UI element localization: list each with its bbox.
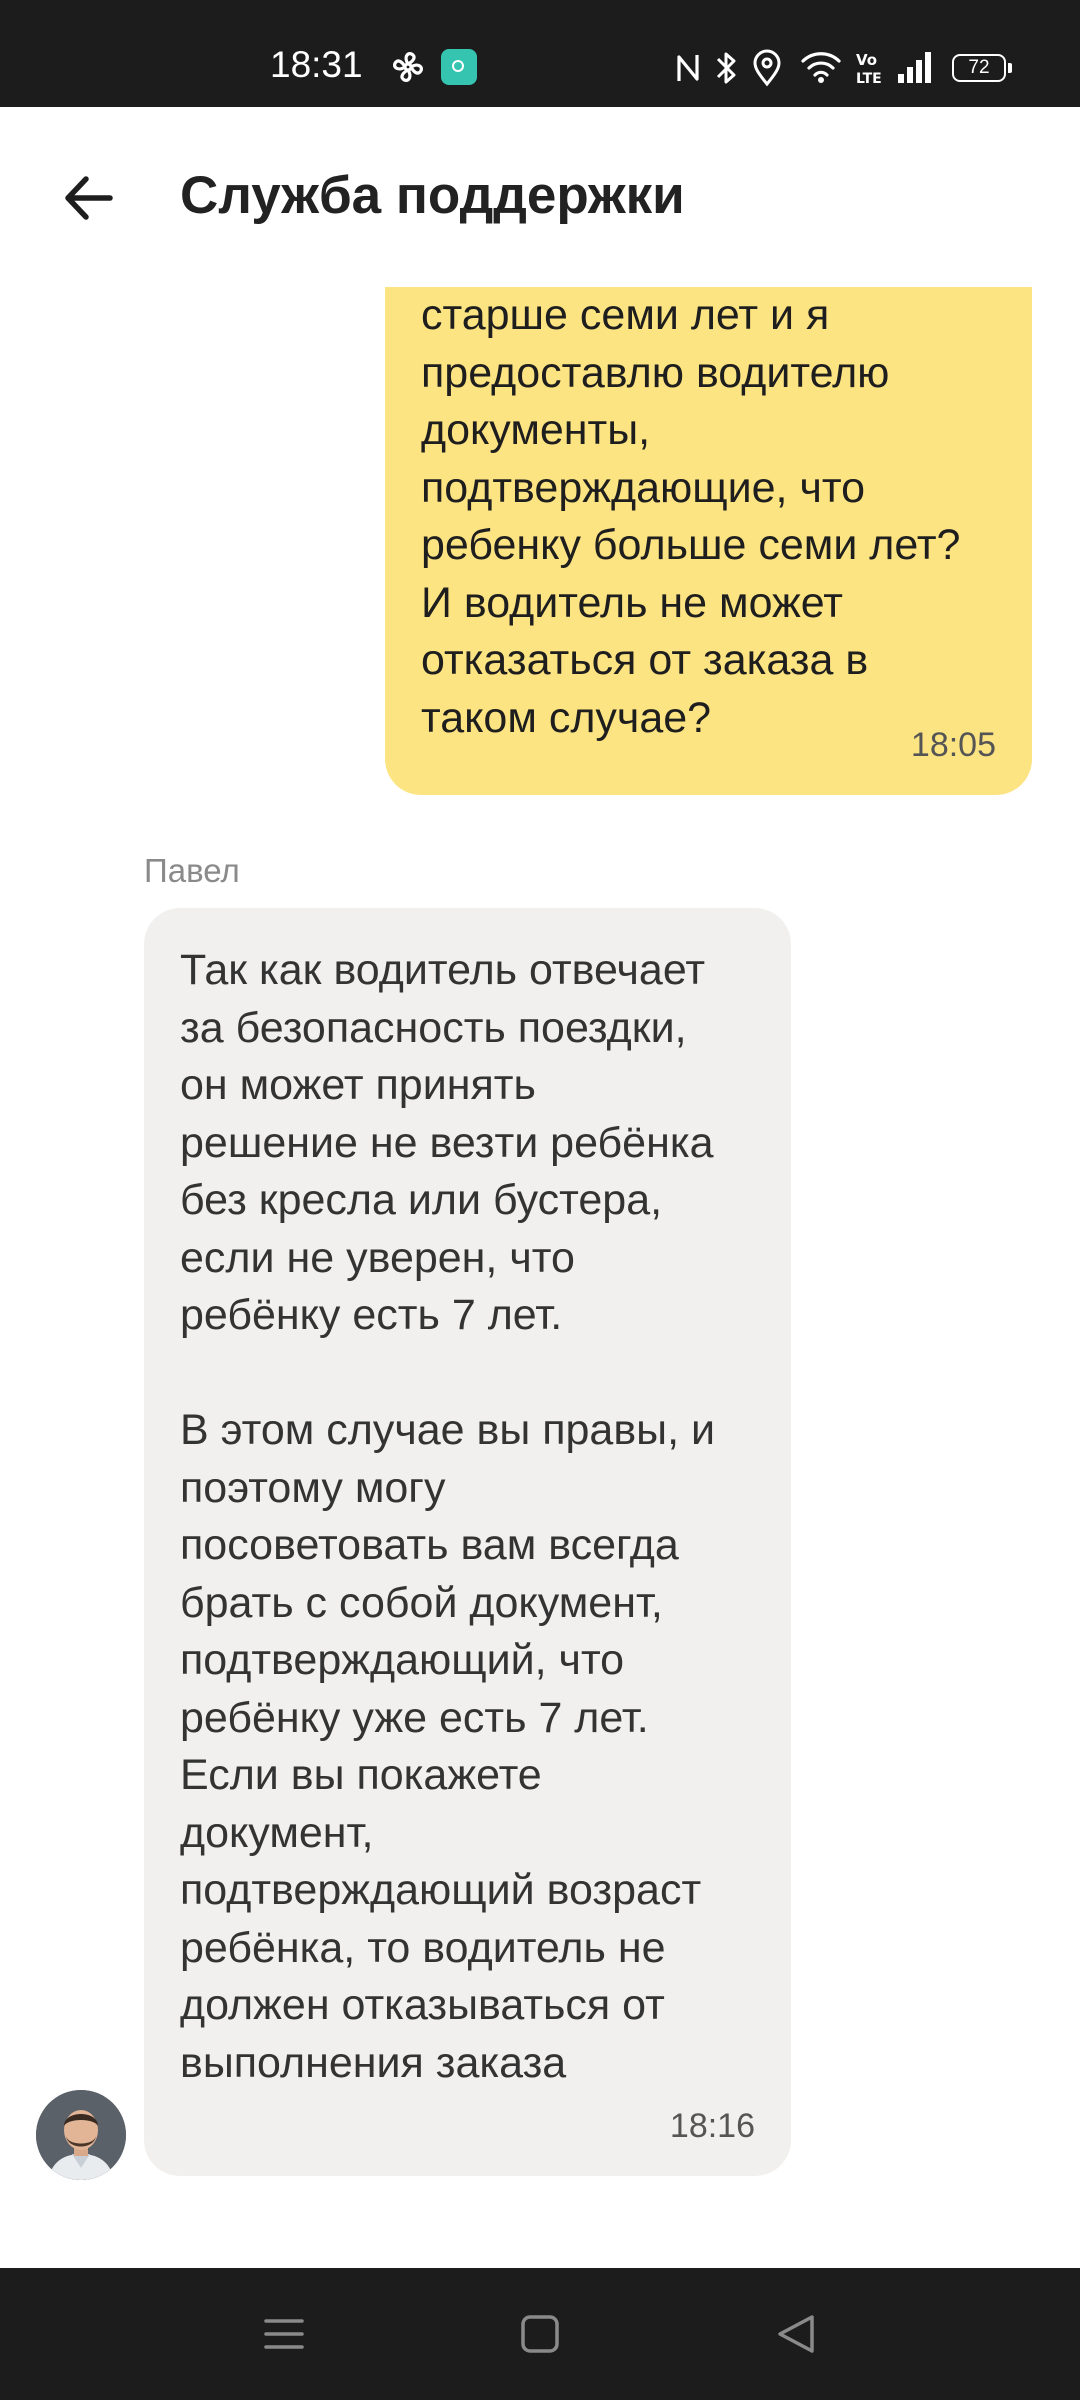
fan-icon — [393, 52, 423, 82]
avatar-image — [36, 2090, 126, 2180]
volte-icon: Vo LTE — [856, 51, 882, 86]
agent-message-bubble: Так как водитель отвечает за безопасност… — [144, 908, 791, 2176]
user-message-time: 18:05 — [910, 726, 996, 764]
svg-text:LTE: LTE — [856, 71, 882, 86]
user-message-bubble: старше семи лет и я предоставлю водителю… — [385, 287, 1032, 795]
signal-icon — [898, 52, 931, 83]
status-time: 18:31 — [270, 44, 363, 85]
menu-icon[interactable] — [258, 2308, 310, 2360]
user-message-text: старше семи лет и я предоставлю водителю… — [421, 291, 961, 742]
status-bar: 18:31 Vo LTE 72 — [0, 0, 1080, 107]
agent-avatar — [36, 2090, 126, 2180]
chat-messages[interactable]: старше семи лет и я предоставлю водителю… — [0, 287, 1080, 2267]
app-notification-icon — [441, 49, 477, 85]
agent-sender-name: Павел — [144, 852, 240, 889]
wifi-icon — [801, 52, 841, 83]
back-triangle-icon[interactable] — [770, 2308, 822, 2360]
battery-icon: 72 — [952, 54, 1012, 82]
location-icon — [753, 49, 781, 87]
bluetooth-icon — [716, 52, 736, 84]
home-icon[interactable] — [514, 2308, 566, 2360]
system-nav-bar — [0, 2268, 1080, 2400]
agent-message-time: 18:16 — [669, 2107, 755, 2145]
arrow-left-icon[interactable] — [58, 167, 120, 229]
app-header: Служба поддержки — [0, 107, 1080, 287]
svg-text:Vo: Vo — [856, 51, 877, 69]
agent-message-text: Так как водитель отвечает за безопасност… — [180, 946, 716, 2087]
page-title: Служба поддержки — [180, 166, 685, 225]
nfc-icon — [677, 55, 699, 81]
